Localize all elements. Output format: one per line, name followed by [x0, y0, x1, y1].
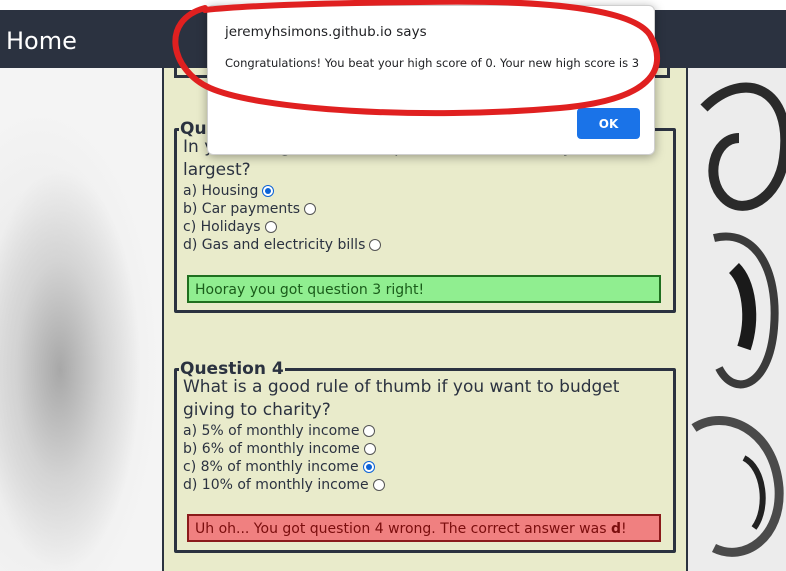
home-link[interactable]: Home: [6, 26, 77, 56]
dialog-message: Congratulations! You beat your high scor…: [225, 56, 640, 70]
question-4-option-d[interactable]: d) 10% of monthly income: [183, 476, 667, 494]
radio-button[interactable]: [304, 203, 317, 215]
question-3-option-c[interactable]: c) Holidays: [183, 218, 667, 236]
background-sketch-left: [0, 150, 150, 570]
radio-button[interactable]: [264, 221, 277, 233]
radio-button[interactable]: [372, 479, 385, 491]
dialog-title: jeremyhsimons.github.io says: [225, 24, 427, 40]
alert-dialog: jeremyhsimons.github.io says Congratulat…: [207, 5, 655, 155]
radio-button[interactable]: [369, 239, 382, 251]
background-sketch-right: [684, 68, 786, 571]
question-3-option-a[interactable]: a) Housing: [183, 182, 667, 200]
question-3-result-correct: Hooray you got question 3 right!: [187, 275, 661, 303]
question-4-result-wrong: Uh oh... You got question 4 wrong. The c…: [187, 514, 661, 542]
correct-answer-letter: d: [610, 521, 621, 537]
question-4-option-c[interactable]: c) 8% of monthly income: [183, 458, 667, 476]
radio-button[interactable]: [363, 443, 376, 455]
question-4-option-a[interactable]: a) 5% of monthly income: [183, 422, 667, 440]
question-4-text: What is a good rule of thumb if you want…: [183, 377, 620, 420]
question-3-option-b[interactable]: b) Car payments: [183, 200, 667, 218]
ok-button[interactable]: OK: [577, 108, 640, 139]
radio-button-selected[interactable]: [262, 185, 275, 197]
radio-button-selected[interactable]: [362, 461, 375, 473]
question-3-option-d[interactable]: d) Gas and electricity bills: [183, 236, 667, 254]
radio-button[interactable]: [363, 425, 376, 437]
question-4-option-b[interactable]: b) 6% of monthly income: [183, 440, 667, 458]
